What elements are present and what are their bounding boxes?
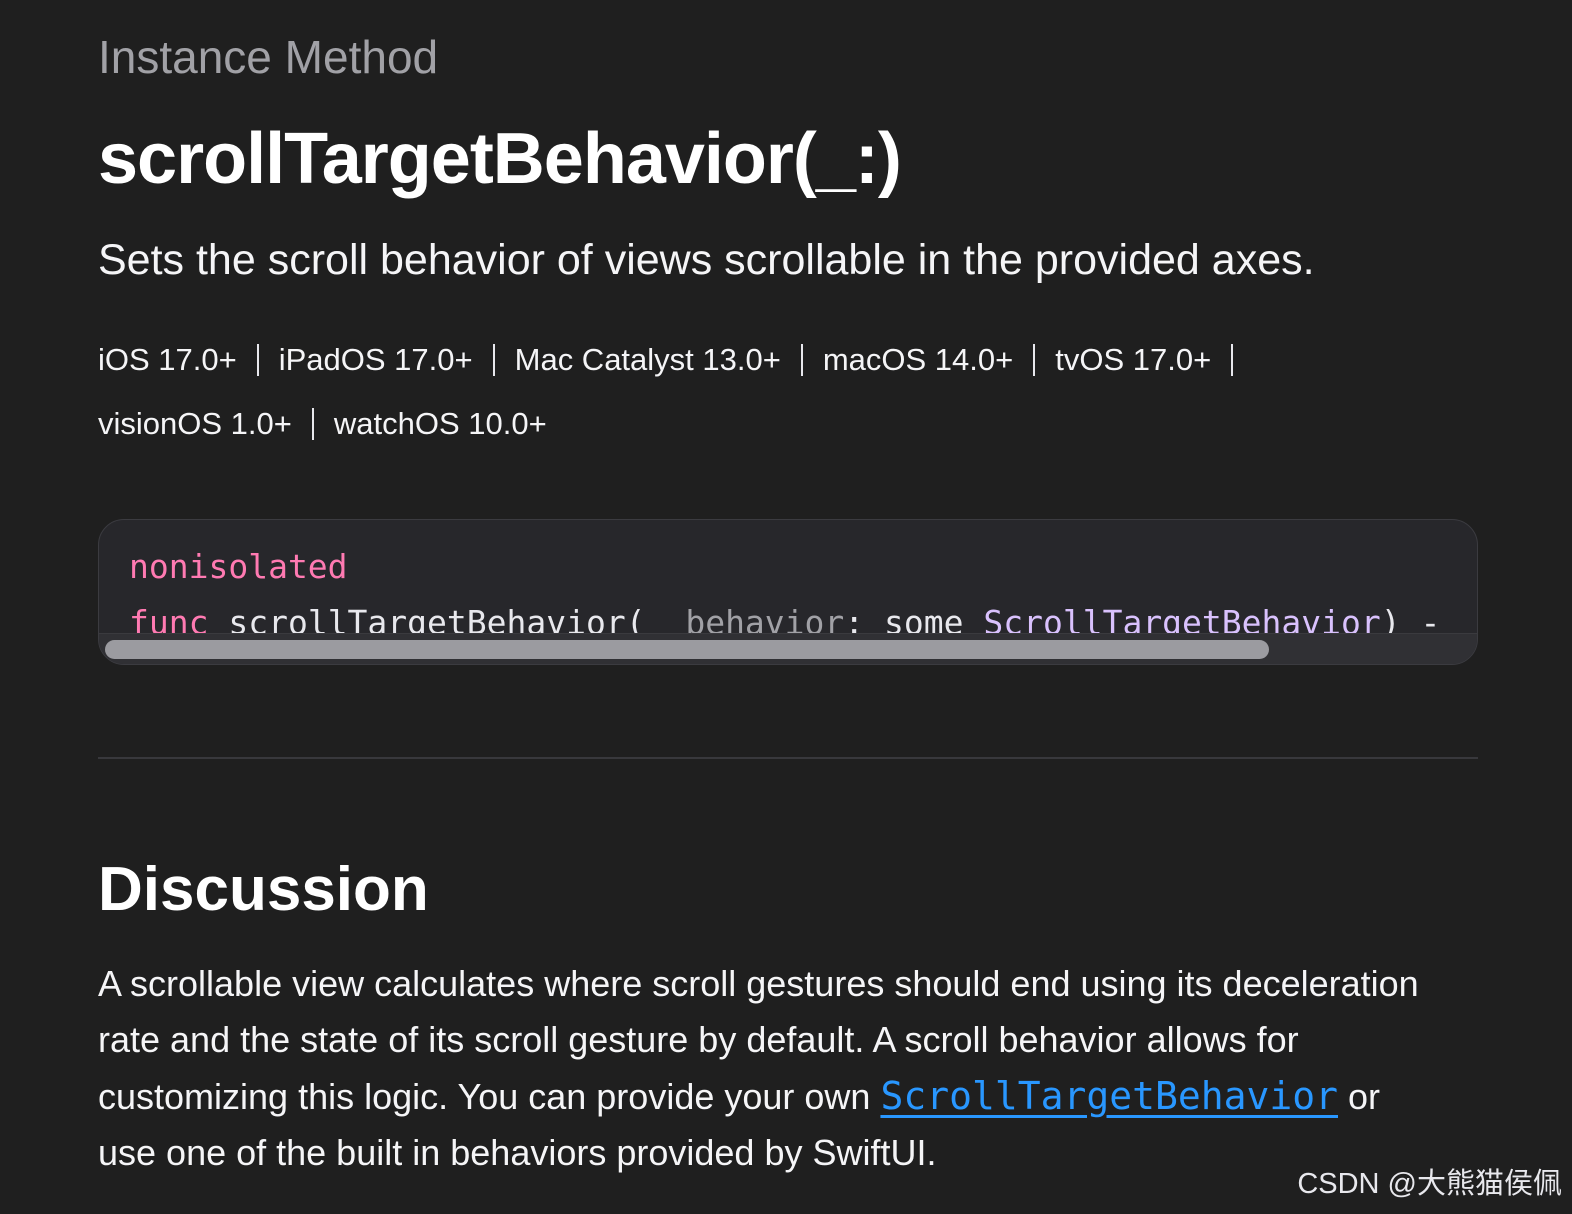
platform-mac-catalyst: Mac Catalyst 13.0+ — [515, 328, 823, 392]
discussion-heading: Discussion — [98, 855, 429, 924]
scrollbar-thumb[interactable] — [105, 640, 1269, 659]
platform-ipados: iPadOS 17.0+ — [279, 328, 515, 392]
platform-separator — [256, 344, 259, 376]
platform-tvos: tvOS 17.0+ — [1055, 328, 1253, 392]
abstract-text: Sets the scroll behavior of views scroll… — [98, 236, 1315, 284]
discussion-line-1: A scrollable view calculates where scrol… — [98, 963, 1419, 1004]
discussion-line-3: customizing this logic. You can provide … — [98, 1068, 1478, 1125]
scroll-target-behavior-link[interactable]: ScrollTargetBehavior — [880, 1074, 1338, 1118]
discussion-line-4: use one of the built in behaviors provid… — [98, 1132, 937, 1173]
platform-separator — [800, 344, 803, 376]
discussion-line-3-suffix: or — [1338, 1076, 1381, 1117]
watermark-text: CSDN @大熊猫侯佩 — [1297, 1168, 1562, 1200]
platform-label: tvOS 17.0+ — [1055, 342, 1212, 377]
discussion-line-3-prefix: customizing this logic. You can provide … — [98, 1076, 881, 1117]
discussion-line-2: rate and the state of its scroll gesture… — [98, 1019, 1299, 1060]
platform-visionos: visionOS 1.0+ — [98, 392, 334, 456]
platform-watchos: watchOS 10.0+ — [334, 392, 547, 456]
platform-macos: macOS 14.0+ — [823, 328, 1055, 392]
platform-label: iOS 17.0+ — [98, 342, 237, 377]
code-line-1: nonisolated — [129, 547, 348, 586]
symbol-kind-eyebrow: Instance Method — [98, 31, 439, 83]
page-title: scrollTargetBehavior(_:) — [98, 119, 902, 199]
declaration-code-block: nonisolated func scrollTargetBehavior(_ … — [98, 519, 1478, 665]
section-divider — [98, 757, 1478, 759]
platform-label: Mac Catalyst 13.0+ — [514, 342, 781, 377]
discussion-body: A scrollable view calculates where scrol… — [98, 956, 1478, 1181]
platform-separator — [311, 408, 314, 440]
platform-label: iPadOS 17.0+ — [278, 342, 473, 377]
platform-separator — [1231, 344, 1234, 376]
platform-ios: iOS 17.0+ — [98, 328, 279, 392]
platform-label: macOS 14.0+ — [822, 342, 1014, 377]
code-keyword-nonisolated: nonisolated — [129, 547, 348, 586]
platform-separator — [1033, 344, 1036, 376]
platform-availability-list: iOS 17.0+ iPadOS 17.0+ Mac Catalyst 13.0… — [98, 328, 1478, 456]
platform-separator — [492, 344, 495, 376]
horizontal-scrollbar[interactable] — [99, 633, 1477, 664]
platform-label: visionOS 1.0+ — [98, 406, 292, 441]
platform-label: watchOS 10.0+ — [333, 406, 547, 441]
